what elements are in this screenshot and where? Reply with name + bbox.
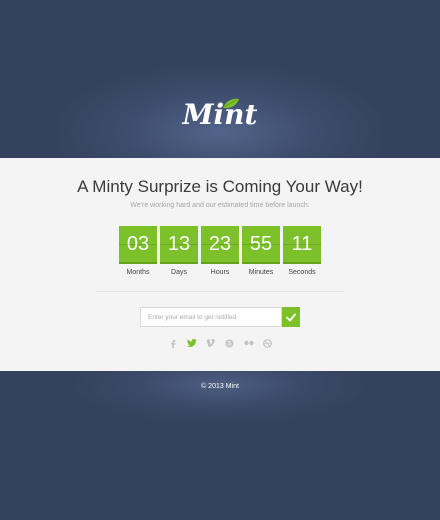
countdown-label: Seconds: [288, 269, 316, 276]
page-subtitle: We're working hard and our estimated tim…: [130, 202, 310, 209]
countdown: 03 Months 13 Days 23 Hours 55 Minutes 11…: [119, 226, 321, 276]
countdown-value: 11: [283, 226, 321, 264]
skype-icon[interactable]: S: [225, 338, 235, 348]
main-panel: A Minty Surprize is Coming Your Way! We'…: [0, 158, 440, 371]
checkmark-icon: [286, 313, 296, 321]
page-title: A Minty Surprize is Coming Your Way!: [77, 177, 363, 196]
countdown-label: Minutes: [248, 269, 274, 276]
svg-text:S: S: [227, 341, 231, 347]
countdown-seconds: 11 Seconds: [283, 226, 321, 276]
countdown-label: Hours: [210, 269, 230, 276]
copyright: © 2013 Mint: [201, 383, 239, 390]
footer: © 2013 Mint: [0, 371, 440, 520]
submit-button[interactable]: [282, 307, 300, 327]
countdown-value: 23: [201, 226, 239, 264]
countdown-value: 13: [160, 226, 198, 264]
facebook-icon[interactable]: [168, 338, 178, 348]
header-band: Mint: [0, 0, 440, 158]
countdown-hours: 23 Hours: [201, 226, 239, 276]
leaf-icon: [223, 98, 239, 109]
countdown-value: 03: [119, 226, 157, 264]
vimeo-icon[interactable]: [206, 338, 216, 348]
countdown-minutes: 55 Minutes: [242, 226, 280, 276]
logo[interactable]: Mint: [0, 98, 440, 131]
social-links: S: [0, 338, 440, 348]
countdown-label: Months: [126, 269, 150, 276]
flickr-icon[interactable]: [243, 338, 254, 348]
email-field[interactable]: [140, 307, 282, 327]
divider: [95, 291, 345, 292]
twitter-icon[interactable]: [186, 338, 197, 348]
dribbble-icon[interactable]: [263, 338, 273, 348]
countdown-value: 55: [242, 226, 280, 264]
countdown-days: 13 Days: [160, 226, 198, 276]
countdown-label: Days: [171, 269, 187, 276]
countdown-months: 03 Months: [119, 226, 157, 276]
